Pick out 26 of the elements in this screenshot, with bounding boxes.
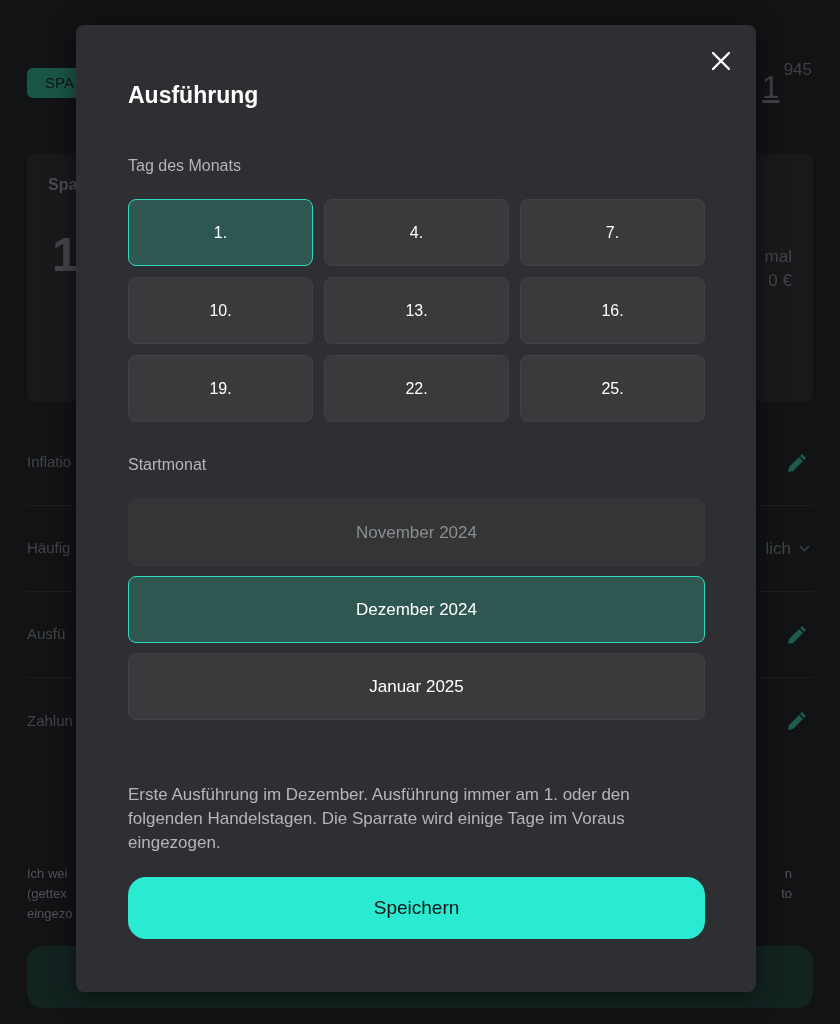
day-option[interactable]: 19. (128, 355, 313, 422)
pencil-icon[interactable] (788, 712, 806, 730)
day-option[interactable]: 7. (520, 199, 705, 266)
pencil-icon[interactable] (788, 625, 806, 644)
chevron-down-icon (799, 545, 810, 552)
disclaimer-text: eingezo (27, 905, 73, 923)
pencil-icon[interactable] (788, 453, 806, 472)
disclaimer-text: (gettex (27, 885, 68, 903)
close-button[interactable] (712, 52, 730, 70)
execution-note: Erste Ausführung im Dezember. Ausführung immer am 1. oder den folgenden Handelstagen. Die Sparrate wird einige Tage im Voraus eingezogen. (128, 784, 631, 854)
section-label: Tag des Monats (128, 156, 242, 176)
day-option[interactable]: 13. (324, 277, 509, 344)
section-label: Startmonat (128, 455, 208, 475)
day-option[interactable]: 1. (128, 199, 313, 266)
day-option[interactable]: 10. (128, 277, 313, 344)
day-option[interactable]: 22. (324, 355, 509, 422)
disclaimer-text: to (781, 885, 792, 903)
day-option[interactable]: 4. (324, 199, 509, 266)
month-option[interactable]: Dezember 2024 (128, 576, 705, 643)
disclaimer-text: n (784, 865, 792, 883)
day-option[interactable]: 25. (520, 355, 705, 422)
month-option[interactable]: Januar 2025 (128, 653, 705, 720)
disclaimer-text: Ich wei (27, 865, 69, 883)
day-option[interactable]: 16. (520, 277, 705, 344)
close-icon (712, 52, 730, 70)
save-button[interactable]: Speichern (128, 877, 705, 939)
